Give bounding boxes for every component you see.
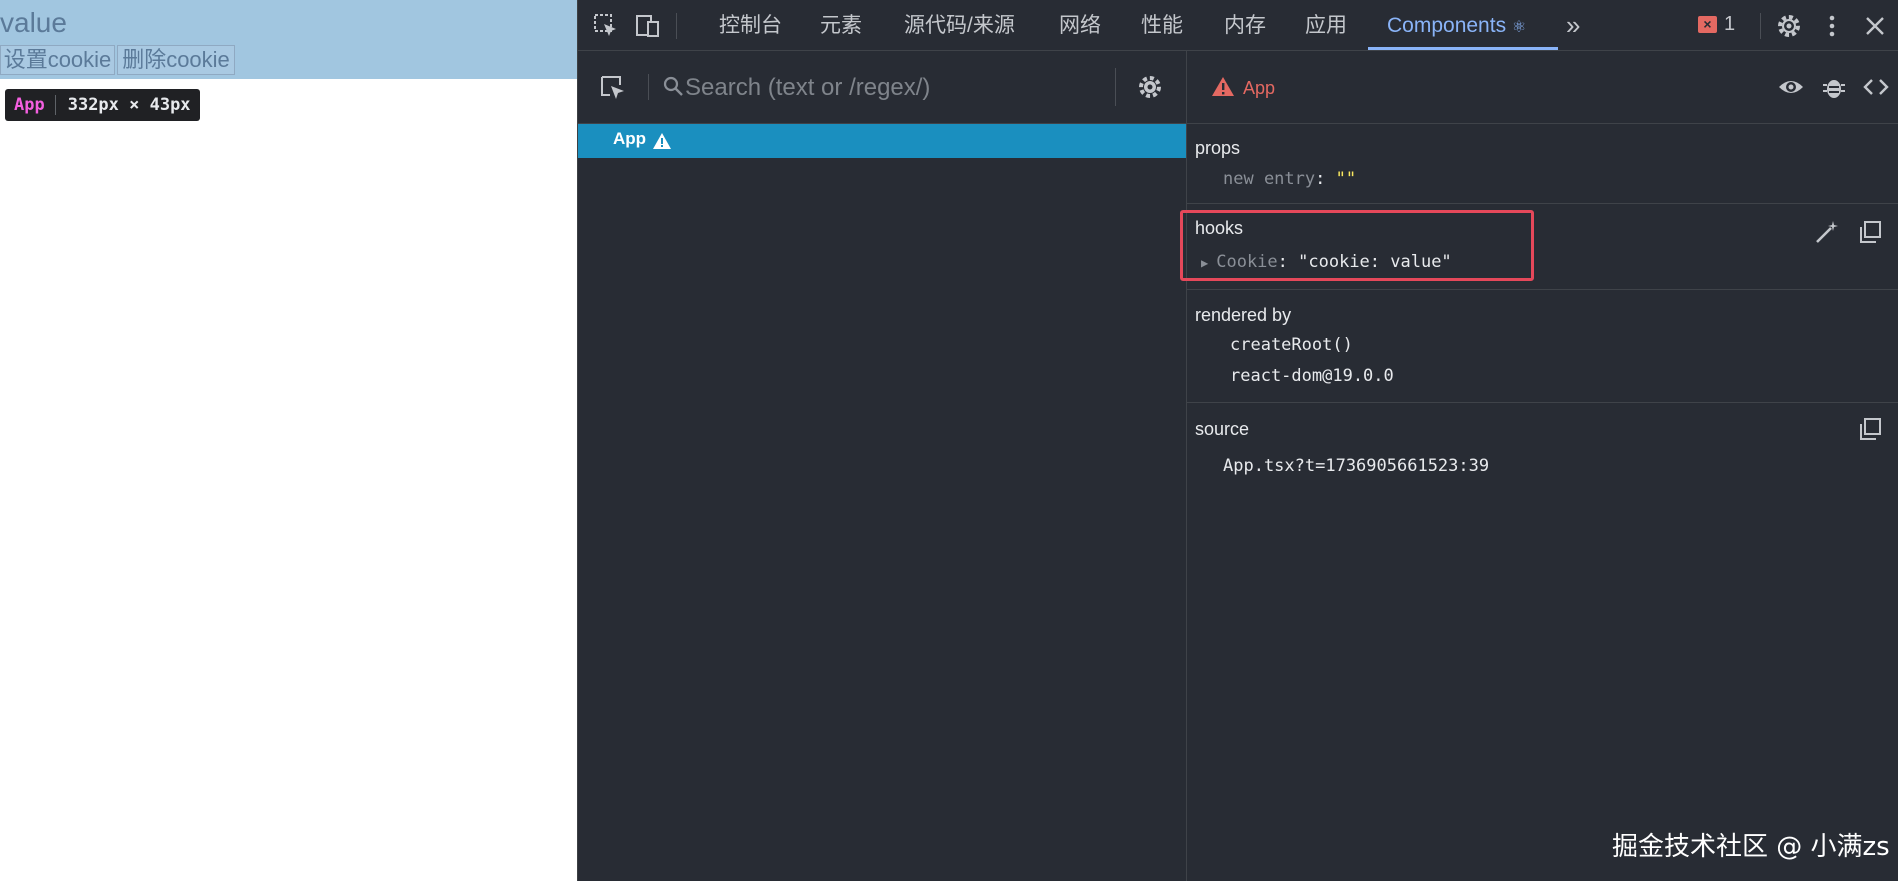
device-toolbar-icon[interactable]	[634, 12, 662, 40]
source-title: source	[1195, 419, 1250, 439]
rendered-by-item[interactable]: createRoot()	[1230, 335, 1353, 355]
error-count[interactable]: 1	[1724, 13, 1735, 36]
select-component-icon[interactable]	[598, 73, 626, 101]
detail-header: App	[1187, 51, 1898, 124]
watermark: 掘金技术社区 @ 小满zs	[1612, 832, 1890, 862]
active-tab-indicator	[1368, 47, 1558, 50]
rendered-by-title: rendered by	[1195, 305, 1292, 325]
set-cookie-button[interactable]: 设置cookie	[0, 45, 115, 75]
tab-application[interactable]: 应用	[1305, 0, 1347, 51]
inspect-tooltip: App 332px × 43px	[5, 89, 200, 121]
eye-icon[interactable]	[1777, 73, 1805, 101]
rendered-by-item: react-dom@19.0.0	[1230, 366, 1394, 386]
tree-header-divider	[1115, 68, 1116, 106]
selected-component-name: App	[1243, 78, 1276, 98]
warning-icon	[1211, 75, 1239, 103]
props-new-entry[interactable]: new entry: ""	[1223, 169, 1356, 189]
react-icon: ⚛	[1511, 19, 1527, 36]
inspect-element-icon[interactable]	[592, 12, 620, 40]
tab-sources[interactable]: 源代码/来源	[904, 0, 1015, 51]
delete-cookie-button[interactable]: 删除cookie	[117, 45, 235, 75]
props-section: props new entry: ""	[1187, 124, 1898, 204]
source-section: source App.tsx?t=1736905661523:39	[1187, 403, 1898, 503]
component-settings-gear-icon[interactable]	[1136, 73, 1164, 101]
tab-components-label: Components	[1387, 14, 1507, 37]
devtools-panel: 控制台 元素 源代码/来源 网络 性能 内存 应用 Components ⚛ »…	[577, 0, 1898, 881]
settings-gear-icon[interactable]	[1775, 12, 1803, 40]
tab-elements[interactable]: 元素	[820, 0, 862, 51]
toolbar-divider	[1760, 13, 1761, 39]
tree-item-app[interactable]: App	[578, 124, 1186, 158]
more-tabs-icon[interactable]: »	[1566, 0, 1580, 51]
tree-header-divider	[648, 74, 649, 100]
inspected-page: value 设置cookie 删除cookie App 332px × 43px	[0, 0, 577, 881]
close-icon[interactable]	[1861, 12, 1889, 40]
bug-icon[interactable]	[1820, 73, 1848, 101]
tab-components[interactable]: Components ⚛	[1387, 0, 1526, 51]
props-new-entry-value: ""	[1335, 169, 1357, 189]
hooks-section: hooks ▶ Cookie: "cookie: value"	[1180, 204, 1898, 290]
hooks-highlight-box	[1180, 210, 1534, 281]
props-new-entry-key: new entry	[1223, 169, 1316, 189]
source-file-link[interactable]: App.tsx?t=1736905661523:39	[1223, 456, 1489, 476]
component-tree-pane: App	[578, 51, 1187, 881]
tab-network[interactable]: 网络	[1059, 0, 1101, 51]
tab-performance[interactable]: 性能	[1141, 0, 1183, 51]
view-source-icon[interactable]	[1862, 73, 1890, 101]
copy-icon[interactable]	[1856, 218, 1884, 246]
tooltip-size: 332px × 43px	[67, 95, 191, 115]
error-icon[interactable]: ×	[1698, 16, 1717, 33]
tree-search-bar	[578, 51, 1187, 124]
component-detail-pane: App props new entry: "" hooks ▶ Cookie: "…	[1180, 51, 1898, 881]
more-options-icon[interactable]	[1818, 12, 1846, 40]
devtools-toolbar: 控制台 元素 源代码/来源 网络 性能 内存 应用 Components ⚛ »…	[578, 0, 1898, 51]
cookie-value-text: value	[0, 7, 67, 38]
component-search-input[interactable]	[683, 70, 1067, 106]
props-title: props	[1195, 138, 1241, 158]
tab-console[interactable]: 控制台	[719, 0, 782, 51]
tree-item-label: App	[613, 129, 647, 148]
tab-memory[interactable]: 内存	[1224, 0, 1266, 51]
rendered-by-section: rendered by createRoot() react-dom@19.0.…	[1187, 290, 1898, 403]
toolbar-divider	[676, 13, 677, 39]
warning-icon	[652, 131, 672, 151]
props-colon: :	[1315, 169, 1336, 189]
magic-wand-icon[interactable]	[1813, 218, 1841, 246]
copy-icon[interactable]	[1856, 415, 1884, 443]
tooltip-component-name: App	[14, 95, 45, 115]
